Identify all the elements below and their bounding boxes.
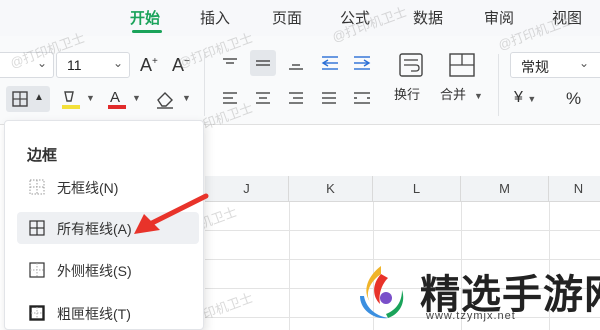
wrap-text-button[interactable]: 换行	[394, 50, 428, 110]
align-right-icon[interactable]	[287, 90, 305, 112]
chevron-down-icon: ⌄	[578, 56, 589, 70]
menu-item-label: 无框线(N)	[57, 180, 119, 196]
menu-item-thick-box-border[interactable]: 粗匣框线(T)	[17, 297, 199, 329]
increase-font-button[interactable]: A+	[140, 56, 158, 74]
site-logo-icon	[360, 266, 404, 319]
menu-item-label: 外侧框线(S)	[57, 263, 132, 279]
increase-font-label: A	[140, 55, 153, 75]
thick-box-border-icon	[29, 305, 45, 321]
eraser-icon	[157, 92, 173, 109]
fill-color-button[interactable]: ▼	[60, 88, 96, 110]
wrap-text-icon	[399, 53, 423, 77]
chevron-down-icon: ⌄	[112, 56, 123, 70]
tab-data[interactable]: 数据	[413, 7, 443, 28]
fill-bucket-icon	[62, 91, 80, 109]
divider	[498, 54, 499, 116]
font-size-combo[interactable]: 11 ⌄	[56, 52, 130, 78]
border-button[interactable]: ▲	[6, 86, 50, 112]
annotation-arrow-icon	[134, 193, 209, 234]
chevron-down-icon: ▼	[86, 93, 95, 103]
currency-format-button[interactable]: ¥ ▼	[514, 90, 536, 106]
align-center-icon[interactable]	[254, 90, 272, 112]
grid-line	[205, 230, 600, 231]
font-color-button[interactable]: A ▼	[106, 88, 142, 110]
tab-home[interactable]: 开始	[130, 7, 160, 28]
border-icon	[12, 91, 28, 107]
chevron-down-icon: ▼	[524, 94, 537, 104]
merge-cells-label: 合并	[440, 87, 467, 102]
chevron-down-icon: ▼	[182, 93, 191, 103]
menu-item-label: 所有框线(A)	[57, 221, 132, 237]
increase-indent-icon[interactable]	[352, 54, 372, 76]
percent-format-button[interactable]: %	[566, 90, 581, 107]
no-border-icon	[29, 179, 45, 195]
outside-borders-icon	[29, 262, 45, 278]
grid-line	[289, 202, 290, 330]
font-size-value: 11	[67, 57, 82, 73]
number-format-value: 常规	[521, 59, 549, 75]
column-header-j[interactable]: J	[205, 176, 289, 202]
active-tab-indicator	[132, 30, 162, 33]
decrease-indent-icon[interactable]	[320, 54, 340, 76]
chevron-up-icon: ▲	[34, 92, 44, 103]
align-middle-icon[interactable]	[250, 50, 276, 76]
column-header-n[interactable]: N	[549, 176, 600, 202]
svg-text:A: A	[110, 89, 120, 106]
column-header-l[interactable]: L	[373, 176, 461, 202]
clear-format-button[interactable]: ▼	[154, 88, 194, 110]
column-header-m[interactable]: M	[461, 176, 549, 202]
tab-page[interactable]: 页面	[272, 7, 302, 28]
chevron-down-icon: ▼	[474, 91, 483, 101]
percent-symbol: %	[566, 89, 582, 108]
tab-insert[interactable]: 插入	[200, 7, 230, 28]
align-bottom-icon[interactable]	[287, 54, 305, 76]
tab-review[interactable]: 审阅	[484, 7, 514, 28]
all-borders-icon	[29, 220, 45, 236]
grid-line	[205, 259, 600, 260]
merge-cells-icon	[449, 53, 475, 77]
justify-icon[interactable]	[320, 90, 338, 112]
chevron-down-icon: ▼	[132, 93, 141, 103]
number-format-combo[interactable]: 常规 ⌄	[510, 52, 600, 78]
menu-item-label: 粗匣框线(T)	[57, 306, 131, 322]
wrap-text-label: 换行	[394, 87, 421, 102]
column-header-k[interactable]: K	[289, 176, 373, 202]
menu-item-outside-borders[interactable]: 外侧框线(S)	[17, 254, 199, 286]
site-logo-url: www.tzymjx.net	[426, 310, 516, 322]
distributed-align-icon[interactable]	[352, 90, 372, 112]
font-color-icon: A	[108, 89, 126, 109]
menu-title: 边框	[27, 147, 58, 164]
merge-cells-button[interactable]: 合并 ▼	[440, 50, 488, 110]
currency-symbol: ¥	[514, 89, 523, 106]
align-top-icon[interactable]	[221, 54, 239, 76]
